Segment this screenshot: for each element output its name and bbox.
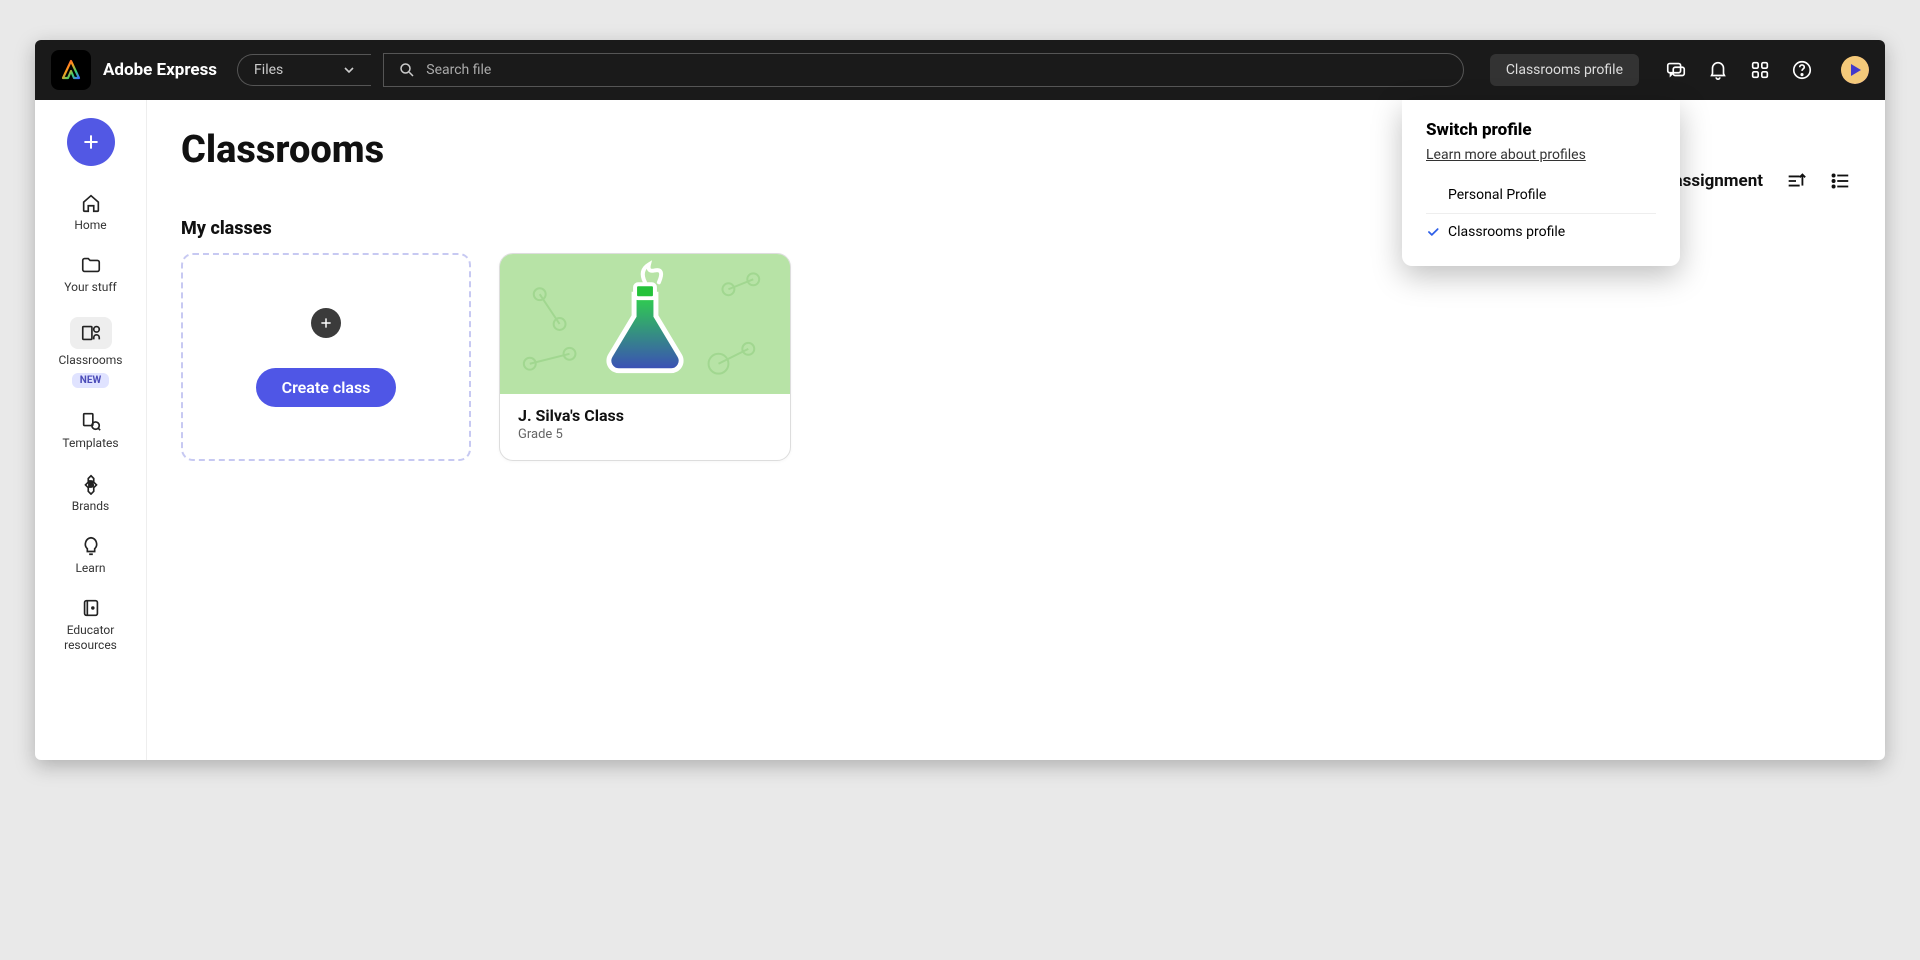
search-input[interactable] [426,62,1449,78]
learn-icon [80,535,102,557]
check-icon [1426,225,1440,239]
new-badge: NEW [72,373,109,388]
resources-icon [80,597,102,619]
nav-label: Your stuff [64,280,116,294]
sidebar-item-your-stuff[interactable]: Your stuff [35,248,146,300]
list-view-icon[interactable] [1829,170,1851,192]
sidebar-item-home[interactable]: Home [35,186,146,238]
search-icon [398,61,416,79]
nav-label: Classrooms [59,353,123,367]
adobe-express-logo-icon [59,58,83,82]
class-card-body: J. Silva's Class Grade 5 [500,394,790,454]
create-new-button[interactable] [67,118,115,166]
chat-icon[interactable] [1665,59,1687,81]
files-dropdown[interactable]: Files [237,54,371,86]
plus-icon [311,308,341,338]
folder-icon [80,254,102,276]
brands-icon: B [80,473,102,495]
class-name: J. Silva's Class [518,406,772,425]
switch-profile-panel: Switch profile Learn more about profiles… [1402,100,1680,266]
profile-selector-button[interactable]: Classrooms profile [1490,54,1639,86]
user-avatar[interactable] [1841,56,1869,84]
bell-icon[interactable] [1707,59,1729,81]
profile-option-personal[interactable]: Personal Profile [1426,177,1656,213]
profile-option-label: Personal Profile [1448,187,1546,203]
chevron-down-icon [343,64,355,76]
grid-icon[interactable] [1749,59,1771,81]
profile-option-label: Classrooms profile [1448,224,1565,240]
sort-icon[interactable] [1785,170,1807,192]
nav-label: Brands [72,499,109,513]
nav-label: Home [74,218,106,232]
nav-label: Learn [75,561,105,575]
search-bar[interactable] [383,53,1464,87]
learn-more-profiles-link[interactable]: Learn more about profiles [1426,147,1586,163]
sidebar-item-brands[interactable]: B Brands [35,467,146,519]
home-icon [80,192,102,214]
sidebar-item-templates[interactable]: Templates [35,404,146,456]
app-logo[interactable] [51,50,91,90]
sidebar: Home Your stuff Classrooms NEW Templates… [35,100,147,760]
sidebar-item-educator-resources[interactable]: Educator resources [35,591,146,658]
app-window: Adobe Express Files Classrooms profile [35,40,1885,760]
panel-title: Switch profile [1426,120,1656,140]
sidebar-item-classrooms[interactable]: Classrooms NEW [35,311,146,394]
nav-label: Educator resources [39,623,142,652]
header-bar: Adobe Express Files Classrooms profile [35,40,1885,100]
header-icon-group [1665,56,1869,84]
classes-row: Create class [181,253,1851,461]
classrooms-icon [80,322,102,344]
profile-options: Personal Profile Classrooms profile [1426,177,1656,250]
help-icon[interactable] [1791,59,1813,81]
templates-icon [80,410,102,432]
svg-text:B: B [88,479,93,489]
profile-option-classrooms[interactable]: Classrooms profile [1426,213,1656,250]
files-dropdown-label: Files [254,62,283,78]
nav-label: Templates [62,436,118,450]
class-grade: Grade 5 [518,427,772,442]
create-class-card[interactable]: Create class [181,253,471,461]
sidebar-item-learn[interactable]: Learn [35,529,146,581]
class-card[interactable]: J. Silva's Class Grade 5 [499,253,791,461]
class-card-thumbnail [500,254,790,394]
create-class-button[interactable]: Create class [256,368,397,407]
brand-name: Adobe Express [103,60,217,80]
